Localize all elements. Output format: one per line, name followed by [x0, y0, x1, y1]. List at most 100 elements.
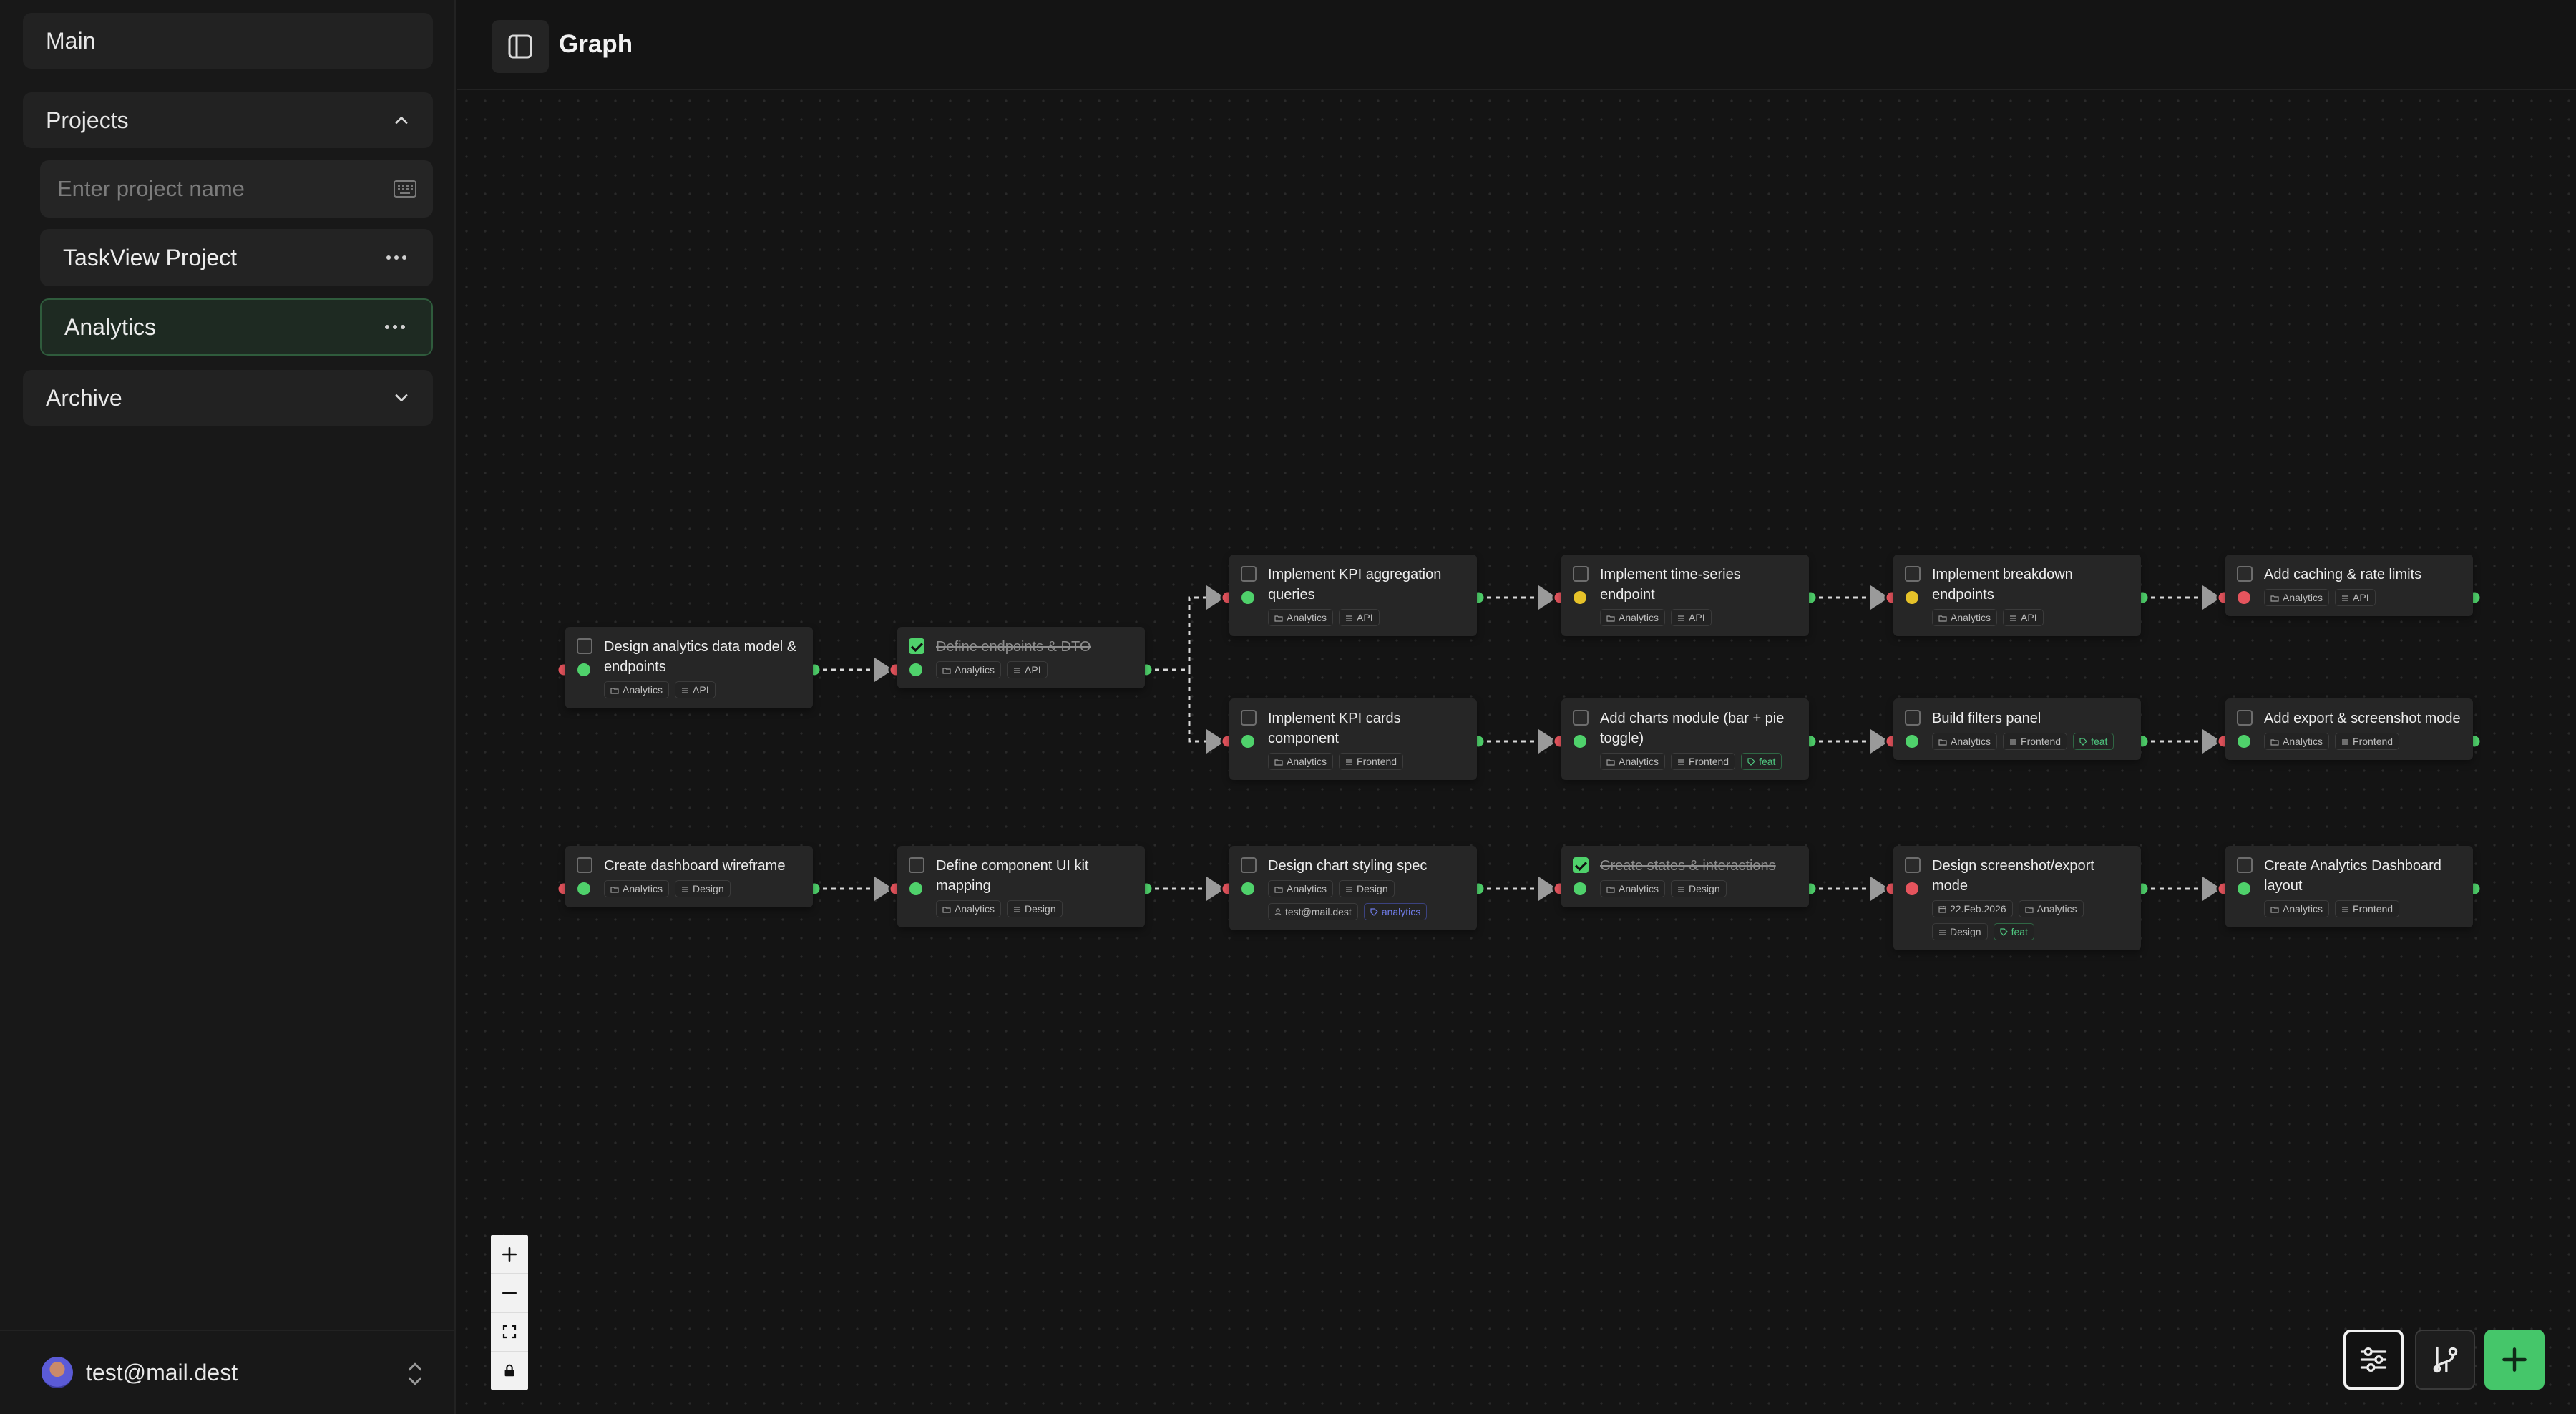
task-title: Add export & screenshot mode — [2264, 711, 2461, 726]
task-status-dot — [2238, 735, 2250, 748]
task-tag-list: Frontend — [2335, 733, 2400, 750]
task-node[interactable]: Implement time-series endpoint Analytics A… — [1561, 555, 1809, 636]
task-checkbox[interactable] — [2237, 710, 2253, 726]
add-task-button[interactable] — [2484, 1330, 2545, 1390]
task-node[interactable]: Implement KPI aggregation queries Analyti… — [1229, 555, 1477, 636]
task-tag-folder: Analytics — [1600, 880, 1666, 897]
task-checkbox[interactable] — [1573, 857, 1589, 873]
sidebar-item-label: Main — [46, 27, 96, 54]
task-tag-list: API — [1339, 609, 1380, 626]
task-node[interactable]: Design analytics data model & endpoints A… — [565, 627, 813, 708]
task-checkbox[interactable] — [1905, 857, 1921, 873]
task-node[interactable]: Add caching & rate limits Analytics API — [2225, 555, 2473, 616]
task-tags: Analytics API — [936, 661, 1135, 678]
task-tag-folder: Analytics — [604, 681, 670, 698]
task-node[interactable]: Design screenshot/export mode 22.Feb.2026… — [1893, 846, 2141, 950]
chevrons-up-down-icon — [409, 1362, 421, 1385]
project-item-taskview[interactable]: TaskView Project — [40, 229, 433, 286]
task-title: Implement breakdown endpoints — [1932, 567, 2073, 603]
task-checkbox[interactable] — [1241, 710, 1257, 726]
minus-icon — [502, 1292, 517, 1294]
branch-button[interactable] — [2415, 1330, 2475, 1390]
task-title: Define component UI kit mapping — [936, 858, 1089, 894]
task-node[interactable]: Create states & interactions Analytics Des… — [1561, 846, 1809, 907]
task-title: Add caching & rate limits — [2264, 567, 2422, 582]
task-status-dot — [1906, 735, 1918, 748]
task-checkbox[interactable] — [577, 638, 592, 654]
task-tag-list: API — [2335, 589, 2376, 606]
more-dots-icon[interactable] — [384, 323, 406, 331]
task-tags: Analytics Frontend — [2264, 733, 2463, 750]
task-tag-folder: Analytics — [1932, 733, 1998, 750]
task-node[interactable]: Implement KPI cards component Analytics Fr… — [1229, 698, 1477, 780]
task-checkbox[interactable] — [2237, 566, 2253, 582]
user-menu[interactable]: test@mail.dest — [0, 1330, 456, 1414]
task-checkbox[interactable] — [1241, 566, 1257, 582]
task-node[interactable]: Design chart styling spec Analytics Design… — [1229, 846, 1477, 930]
task-title: Build filters panel — [1932, 711, 2041, 726]
zoom-in-button[interactable] — [491, 1235, 528, 1274]
plus-icon — [502, 1247, 517, 1262]
keyboard-icon — [394, 180, 416, 198]
task-tags: Analytics Design — [936, 900, 1135, 917]
lock-button[interactable] — [491, 1352, 528, 1390]
task-node[interactable]: Define component UI kit mapping Analytics… — [897, 846, 1145, 927]
chevron-down-icon — [395, 394, 408, 401]
project-item-analytics[interactable]: Analytics — [40, 298, 433, 356]
task-tag-list: API — [1007, 661, 1048, 678]
task-checkbox[interactable] — [1905, 566, 1921, 582]
task-node[interactable]: Define endpoints & DTO Analytics API — [897, 627, 1145, 688]
task-tag-list: API — [675, 681, 716, 698]
task-title: Add charts module (bar + pie toggle) — [1600, 711, 1785, 746]
task-node[interactable]: Create dashboard wireframe Analytics Desig… — [565, 846, 813, 907]
task-tags: Analytics API — [1932, 609, 2131, 626]
more-dots-icon[interactable] — [386, 254, 407, 261]
project-name-input[interactable] — [40, 160, 433, 218]
task-node[interactable]: Add export & screenshot mode Analytics Fro… — [2225, 698, 2473, 760]
task-tags: Analytics Design test@mail.dest analytics — [1268, 880, 1467, 920]
task-tag-folder: Analytics — [1600, 753, 1666, 770]
sidebar-item-main[interactable]: Main — [23, 13, 433, 69]
task-tags: Analytics Frontend feat — [1600, 753, 1799, 770]
archive-label: Archive — [46, 384, 122, 411]
task-tag-folder: Analytics — [1932, 609, 1998, 626]
task-title: Implement time-series endpoint — [1600, 567, 1741, 603]
task-checkbox[interactable] — [1573, 566, 1589, 582]
task-checkbox[interactable] — [1905, 710, 1921, 726]
sidebar-panel-icon — [508, 34, 532, 59]
sliders-icon — [2360, 1347, 2387, 1372]
task-title: Define endpoints & DTO — [936, 639, 1091, 655]
task-checkbox[interactable] — [2237, 857, 2253, 873]
task-node[interactable]: Create Analytics Dashboard layout Analyti… — [2225, 846, 2473, 927]
sidebar-toggle-button[interactable] — [492, 20, 549, 73]
task-tag-label-green: feat — [2073, 733, 2114, 750]
projects-section-header[interactable]: Projects — [23, 92, 433, 148]
task-tag-folder: Analytics — [1268, 880, 1334, 897]
task-checkbox[interactable] — [909, 638, 924, 654]
task-tag-folder: Analytics — [1600, 609, 1666, 626]
task-tags: Analytics Frontend — [1268, 753, 1467, 770]
task-tag-folder: Analytics — [936, 661, 1002, 678]
task-tags: Analytics API — [1600, 609, 1799, 626]
task-tag-list: Design — [1007, 900, 1063, 917]
plus-icon — [2502, 1347, 2527, 1372]
task-checkbox[interactable] — [1241, 857, 1257, 873]
task-status-dot — [2238, 591, 2250, 604]
task-node[interactable]: Build filters panel Analytics Frontend feat — [1893, 698, 2141, 760]
project-item-label: TaskView Project — [63, 244, 238, 270]
sidebar: Main Projects TaskView Project Analytics… — [0, 0, 456, 1414]
zoom-out-button[interactable] — [491, 1274, 528, 1313]
task-checkbox[interactable] — [909, 857, 924, 873]
task-checkbox[interactable] — [1573, 710, 1589, 726]
task-node[interactable]: Add charts module (bar + pie toggle) Anal… — [1561, 698, 1809, 780]
task-checkbox[interactable] — [577, 857, 592, 873]
task-status-dot — [1241, 735, 1254, 748]
task-tag-label-green: feat — [1993, 923, 2034, 940]
fit-view-button[interactable] — [491, 1313, 528, 1352]
task-tag-label-blue: analytics — [1363, 903, 1428, 920]
filter-button[interactable] — [2343, 1330, 2404, 1390]
task-title: Design chart styling spec — [1268, 858, 1428, 874]
archive-section-header[interactable]: Archive — [23, 370, 433, 426]
task-tag-list: API — [1671, 609, 1712, 626]
task-node[interactable]: Implement breakdown endpoints Analytics AP… — [1893, 555, 2141, 636]
